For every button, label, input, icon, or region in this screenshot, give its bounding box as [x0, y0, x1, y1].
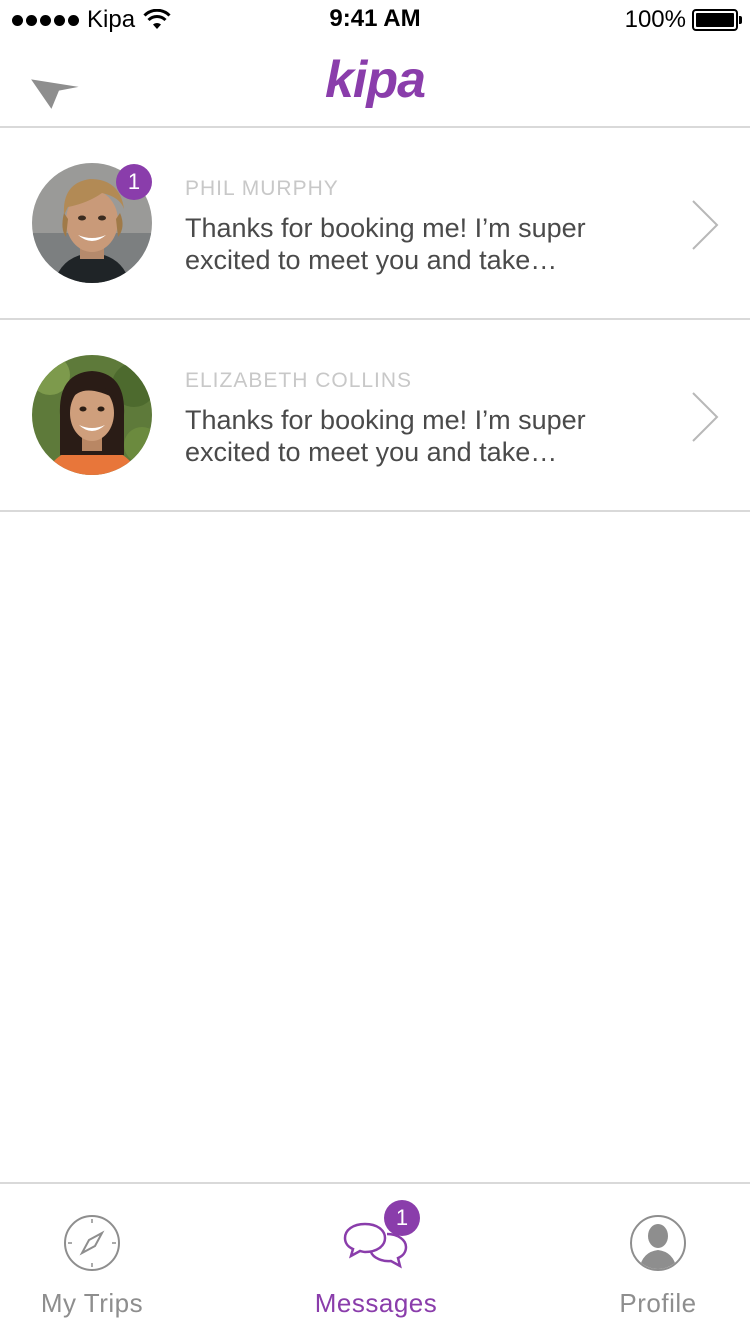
message-preview: Thanks for booking me! I’m super excited… [185, 405, 586, 467]
battery-icon [692, 9, 742, 31]
brand-logo: kipa [324, 51, 426, 109]
unread-badge: 1 [116, 164, 152, 200]
tab-label: Profile [619, 1288, 697, 1318]
status-bar: Kipa 9:41 AM 100% [0, 0, 750, 40]
tab-my-trips[interactable]: My Trips [0, 1184, 184, 1334]
contact-name: PHIL MURPHY [185, 177, 339, 200]
tab-label: My Trips [40, 1288, 144, 1318]
status-right: 100% [624, 6, 742, 34]
tab-bar: My Trips 1 Messages Profile [0, 1182, 750, 1334]
navigation-bar: kipa [0, 40, 750, 128]
tab-badge: 1 [384, 1200, 420, 1236]
avatar [32, 355, 152, 475]
contact-name: ELIZABETH COLLINS [185, 369, 413, 392]
battery-percentage: 100% [624, 6, 686, 33]
profile-icon [630, 1215, 686, 1271]
compass-icon [64, 1215, 120, 1271]
message-preview: Thanks for booking me! I’m super excited… [185, 213, 586, 275]
chevron-right-icon [692, 392, 719, 442]
conversation-row[interactable]: ELIZABETH COLLINS Thanks for booking me!… [0, 320, 750, 512]
conversation-row[interactable]: 1 PHIL MURPHY Thanks for booking me! I’m… [0, 128, 750, 320]
tab-label: Messages [314, 1288, 438, 1318]
tab-profile[interactable]: Profile [566, 1184, 750, 1334]
conversation-list: 1 PHIL MURPHY Thanks for booking me! I’m… [0, 128, 750, 512]
tab-messages[interactable]: 1 Messages [280, 1184, 472, 1334]
chevron-right-icon [692, 200, 719, 250]
